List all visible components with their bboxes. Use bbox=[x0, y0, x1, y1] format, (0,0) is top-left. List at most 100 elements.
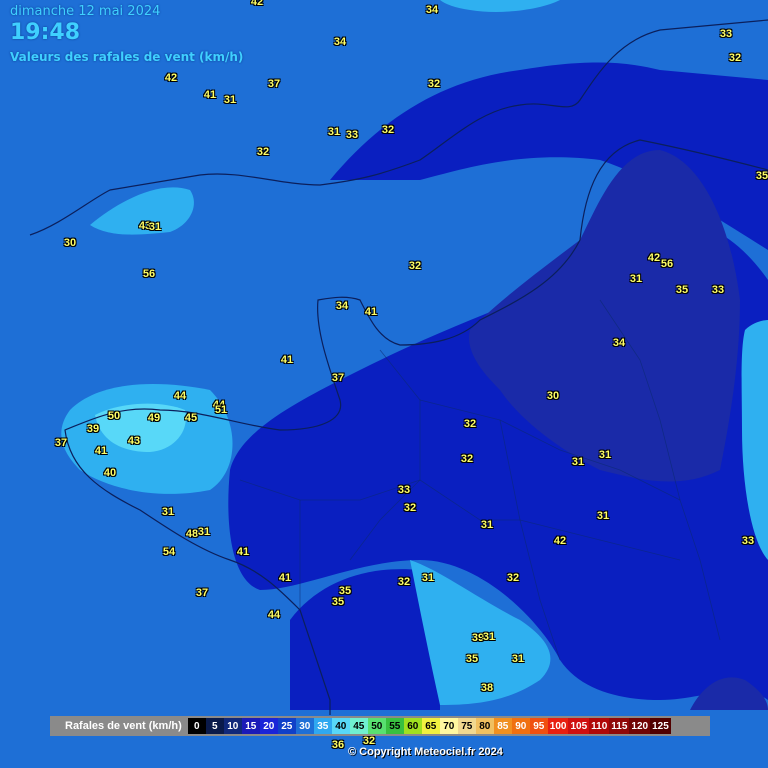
wind-gust-map: dimanche 12 mai 2024 19:48 Valeurs des r… bbox=[0, 0, 768, 768]
gust-value-label: 41 bbox=[236, 546, 250, 558]
gust-value-label: 32 bbox=[408, 260, 422, 272]
gust-value-label: 35 bbox=[465, 653, 479, 665]
gust-value-label: 31 bbox=[511, 653, 525, 665]
gust-value-label: 32 bbox=[463, 418, 477, 430]
gust-value-label: 31 bbox=[161, 506, 175, 518]
legend-step: 60 bbox=[403, 718, 422, 734]
gust-value-label: 42 bbox=[553, 535, 567, 547]
gust-value-label: 35 bbox=[755, 170, 768, 182]
gust-value-label: 44 bbox=[267, 609, 281, 621]
legend-step: 75 bbox=[457, 718, 476, 734]
gust-value-label: 41 bbox=[94, 445, 108, 457]
gust-value-label: 33 bbox=[719, 28, 733, 40]
gust-value-label: 34 bbox=[333, 36, 347, 48]
gust-value-label: 32 bbox=[728, 52, 742, 64]
legend-scale: 0 5 10 15 20 25 30 35 40 45 50 55 60 65 70 75 80 85 90 95 10… bbox=[187, 718, 671, 734]
forecast-time: 19:48 bbox=[10, 20, 81, 45]
gust-value-label: 54 bbox=[162, 546, 176, 558]
gust-value-label: 38 bbox=[480, 682, 494, 694]
gust-value-label: 48 bbox=[185, 528, 199, 540]
legend-step: 125 bbox=[650, 718, 671, 734]
gust-value-label: 31 bbox=[482, 631, 496, 643]
gust-value-label: 36 bbox=[331, 739, 345, 751]
gust-value-label: 32 bbox=[427, 78, 441, 90]
gust-value-label: 37 bbox=[54, 437, 68, 449]
gust-value-label: 31 bbox=[327, 126, 341, 138]
copyright-notice: © Copyright Meteociel.fr 2024 bbox=[348, 746, 503, 758]
gust-value-label: 56 bbox=[660, 258, 674, 270]
legend-step: 5 bbox=[205, 718, 224, 734]
legend-step: 40 bbox=[331, 718, 350, 734]
legend-step: 15 bbox=[241, 718, 260, 734]
gust-value-label: 32 bbox=[403, 502, 417, 514]
gust-value-label: 30 bbox=[63, 237, 77, 249]
gust-value-label: 31 bbox=[197, 526, 211, 538]
gust-value-label: 32 bbox=[460, 453, 474, 465]
legend-step: 45 bbox=[349, 718, 368, 734]
legend-step: 20 bbox=[259, 718, 278, 734]
legend-title: Rafales de vent (km/h) bbox=[65, 720, 182, 732]
gust-value-label: 34 bbox=[425, 4, 439, 16]
gust-value-label: 35 bbox=[675, 284, 689, 296]
legend-step: 70 bbox=[439, 718, 458, 734]
legend-step: 100 bbox=[547, 718, 569, 734]
gust-value-label: 51 bbox=[214, 404, 228, 416]
gust-value-label: 33 bbox=[711, 284, 725, 296]
legend-step: 95 bbox=[529, 718, 548, 734]
gust-value-label: 56 bbox=[142, 268, 156, 280]
gust-value-label: 39 bbox=[86, 423, 100, 435]
legend-step: 85 bbox=[493, 718, 512, 734]
gust-value-label: 43 bbox=[127, 435, 141, 447]
gust-value-label: 37 bbox=[331, 372, 345, 384]
legend-step: 110 bbox=[589, 718, 610, 734]
gust-value-label: 41 bbox=[278, 572, 292, 584]
gust-value-label: 41 bbox=[280, 354, 294, 366]
gust-value-label: 50 bbox=[107, 410, 121, 422]
gust-value-label: 35 bbox=[331, 596, 345, 608]
gust-value-label: 31 bbox=[598, 449, 612, 461]
gust-value-label: 32 bbox=[381, 124, 395, 136]
gust-value-label: 31 bbox=[596, 510, 610, 522]
gust-value-label: 42 bbox=[647, 252, 661, 264]
gust-value-label: 33 bbox=[397, 484, 411, 496]
gust-value-label: 33 bbox=[345, 129, 359, 141]
map-layers bbox=[0, 0, 768, 768]
legend-step: 30 bbox=[295, 718, 314, 734]
gust-value-label: 31 bbox=[223, 94, 237, 106]
legend-step: 10 bbox=[223, 718, 242, 734]
gust-value-label: 32 bbox=[506, 572, 520, 584]
gust-value-label: 42 bbox=[250, 0, 264, 8]
legend-step: 50 bbox=[367, 718, 386, 734]
gust-value-label: 31 bbox=[629, 273, 643, 285]
legend-step: 35 bbox=[313, 718, 332, 734]
map-subtitle: Valeurs des rafales de vent (km/h) bbox=[10, 50, 244, 64]
legend-step: 115 bbox=[609, 718, 630, 734]
gust-value-label: 34 bbox=[612, 337, 626, 349]
legend-step: 80 bbox=[475, 718, 494, 734]
gust-value-label: 45 bbox=[184, 412, 198, 424]
gust-value-label: 31 bbox=[480, 519, 494, 531]
gust-value-label: 30 bbox=[546, 390, 560, 402]
legend-step: 25 bbox=[277, 718, 296, 734]
forecast-date: dimanche 12 mai 2024 bbox=[10, 4, 161, 19]
legend-step: 105 bbox=[568, 718, 590, 734]
gust-value-label: 44 bbox=[173, 390, 187, 402]
color-legend: Rafales de vent (km/h) 0 5 10 15 20 25 30 35 40 4… bbox=[50, 716, 710, 736]
gust-value-label: 49 bbox=[147, 412, 161, 424]
legend-step: 90 bbox=[511, 718, 530, 734]
gust-value-label: 31 bbox=[571, 456, 585, 468]
gust-value-label: 40 bbox=[103, 467, 117, 479]
legend-step: 55 bbox=[385, 718, 404, 734]
gust-value-label: 34 bbox=[335, 300, 349, 312]
legend-step: 65 bbox=[421, 718, 440, 734]
gust-value-label: 31 bbox=[148, 221, 162, 233]
gust-value-label: 42 bbox=[164, 72, 178, 84]
gust-value-label: 33 bbox=[741, 535, 755, 547]
gust-value-label: 32 bbox=[397, 576, 411, 588]
gust-value-label: 37 bbox=[195, 587, 209, 599]
legend-step: 120 bbox=[629, 718, 651, 734]
gust-value-label: 37 bbox=[267, 78, 281, 90]
gust-value-label: 32 bbox=[256, 146, 270, 158]
gust-value-label: 41 bbox=[203, 89, 217, 101]
legend-step: 0 bbox=[187, 718, 206, 734]
